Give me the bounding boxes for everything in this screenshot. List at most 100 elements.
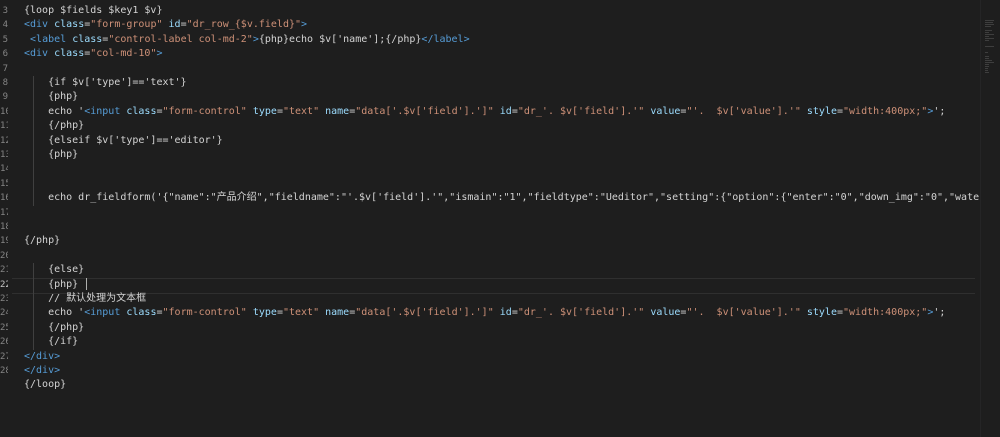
- minimap-line: [985, 26, 991, 27]
- minimap-line: [985, 60, 992, 61]
- code-token: </div>: [24, 350, 61, 362]
- code-token: class: [72, 33, 103, 45]
- line-number: 21: [0, 265, 8, 276]
- code-line[interactable]: {/php}: [24, 321, 980, 335]
- code-token: "form-control": [162, 307, 247, 319]
- code-token: ';: [933, 105, 946, 117]
- code-token: >: [301, 19, 308, 31]
- minimap-line: [985, 32, 989, 33]
- line-number: 16: [0, 193, 8, 204]
- code-line[interactable]: {/if}: [24, 335, 980, 349]
- code-line[interactable]: {else}: [24, 263, 980, 277]
- code-line[interactable]: <div class="form-group" id="dr_row_{$v.f…: [24, 18, 980, 32]
- line-number: 14: [0, 164, 8, 175]
- code-line[interactable]: [24, 62, 980, 76]
- code-token: style: [806, 105, 837, 117]
- code-token: name: [325, 105, 350, 117]
- code-line[interactable]: {elseif $v['type']=='editor'}: [24, 134, 980, 148]
- code-token: echo ': [24, 105, 85, 117]
- code-line[interactable]: {php}: [24, 277, 980, 292]
- code-token: "control-label col-md-2": [108, 33, 253, 45]
- vertical-scrollbar[interactable]: [994, 0, 1000, 437]
- code-line[interactable]: [24, 177, 980, 191]
- line-number: 11: [0, 121, 8, 132]
- code-token: </div>: [24, 365, 61, 376]
- line-number: 3: [2, 6, 8, 16]
- line-number: 28: [0, 366, 8, 376]
- code-token: class: [126, 105, 157, 117]
- line-number: 22: [0, 279, 8, 290]
- line-number: 8: [2, 78, 8, 88]
- line-number: 4: [2, 20, 8, 31]
- line-number: 19: [0, 236, 8, 247]
- code-line[interactable]: echo '<input class="form-control" type="…: [24, 105, 980, 119]
- line-number: 15: [0, 178, 8, 189]
- minimap-line: [985, 38, 994, 39]
- code-token: "width:400px;": [843, 307, 928, 319]
- code-token: "col-md-10": [90, 48, 157, 60]
- code-line[interactable]: {/php}: [24, 119, 980, 133]
- code-editor[interactable]: 3 4 5 6 7 8 9 10 11 12 13 14 15 16 17 18 19 20 21 22 23 24 25 2…: [0, 0, 980, 437]
- code-token: {php}: [24, 91, 79, 103]
- code-token: {/php}: [24, 120, 85, 132]
- code-token: <div: [24, 48, 55, 60]
- code-line[interactable]: {if $v['type']=='text'}: [24, 76, 980, 90]
- line-number: 23: [0, 294, 8, 304]
- code-line[interactable]: [24, 220, 980, 234]
- code-line[interactable]: {loop $fields $key1 $v}: [24, 4, 980, 18]
- code-line[interactable]: <div class="col-md-10">: [24, 47, 980, 61]
- code-token: "data['.$v['field'].']": [355, 307, 494, 319]
- line-number: 27: [0, 351, 8, 362]
- minimap-line: [985, 58, 989, 59]
- line-number: 20: [0, 250, 8, 261]
- code-token: "dr_'. $v['field'].'": [517, 105, 645, 117]
- code-token: {/loop}: [24, 379, 67, 391]
- code-token: >: [156, 48, 163, 60]
- code-token: {php}: [24, 149, 79, 160]
- minimap-line: [985, 30, 992, 31]
- code-token: "data['.$v['field'].']": [355, 105, 494, 117]
- code-token: "text": [282, 307, 320, 319]
- code-token: id: [168, 19, 181, 31]
- code-line[interactable]: {php}: [24, 90, 980, 104]
- code-token: "'. $v['value'].'": [686, 307, 801, 319]
- code-line[interactable]: [24, 249, 980, 263]
- code-token: <input: [84, 105, 127, 117]
- code-line[interactable]: echo '<input class="form-control" type="…: [24, 306, 980, 320]
- code-token: {else}: [24, 264, 85, 276]
- minimap-line: [985, 22, 993, 23]
- code-token: {/php}: [24, 235, 61, 247]
- code-token: ';: [933, 307, 946, 319]
- code-token: <input: [84, 307, 127, 319]
- code-token: echo dr_fieldform('{"name":"产品介绍","field…: [24, 192, 980, 204]
- code-token: type: [252, 105, 277, 117]
- code-token: id: [499, 307, 512, 319]
- code-line[interactable]: </div>: [24, 350, 980, 364]
- code-token: value: [650, 307, 681, 319]
- code-token: name: [325, 307, 350, 319]
- code-line[interactable]: [24, 162, 980, 176]
- code-line[interactable]: echo dr_fieldform('{"name":"产品介绍","field…: [24, 191, 980, 205]
- code-token: "form-group": [90, 19, 163, 31]
- code-line[interactable]: </div>: [24, 364, 980, 378]
- code-token: {/php}: [24, 321, 85, 333]
- line-number: 25: [0, 322, 8, 333]
- code-token: class: [54, 19, 85, 31]
- code-line[interactable]: // 默认处理为文本框: [24, 292, 980, 306]
- code-token: "text": [282, 105, 320, 117]
- code-line[interactable]: <label class="control-label col-md-2">{p…: [24, 33, 980, 47]
- code-token: value: [650, 105, 681, 117]
- code-token: {php}: [24, 278, 85, 290]
- code-token: "form-control": [162, 105, 247, 117]
- code-line[interactable]: {/loop}: [24, 378, 980, 392]
- code-token: class: [54, 48, 85, 60]
- minimap-line: [985, 70, 988, 71]
- code-token: // 默认处理为文本框: [24, 293, 147, 304]
- code-token: {elseif $v['type']=='editor'}: [24, 134, 223, 146]
- code-token: style: [806, 307, 837, 319]
- code-line[interactable]: [24, 206, 980, 220]
- code-line[interactable]: {php}: [24, 148, 980, 162]
- minimap-line: [985, 68, 988, 69]
- code-line[interactable]: {/php}: [24, 234, 980, 248]
- minimap-line: [985, 40, 989, 41]
